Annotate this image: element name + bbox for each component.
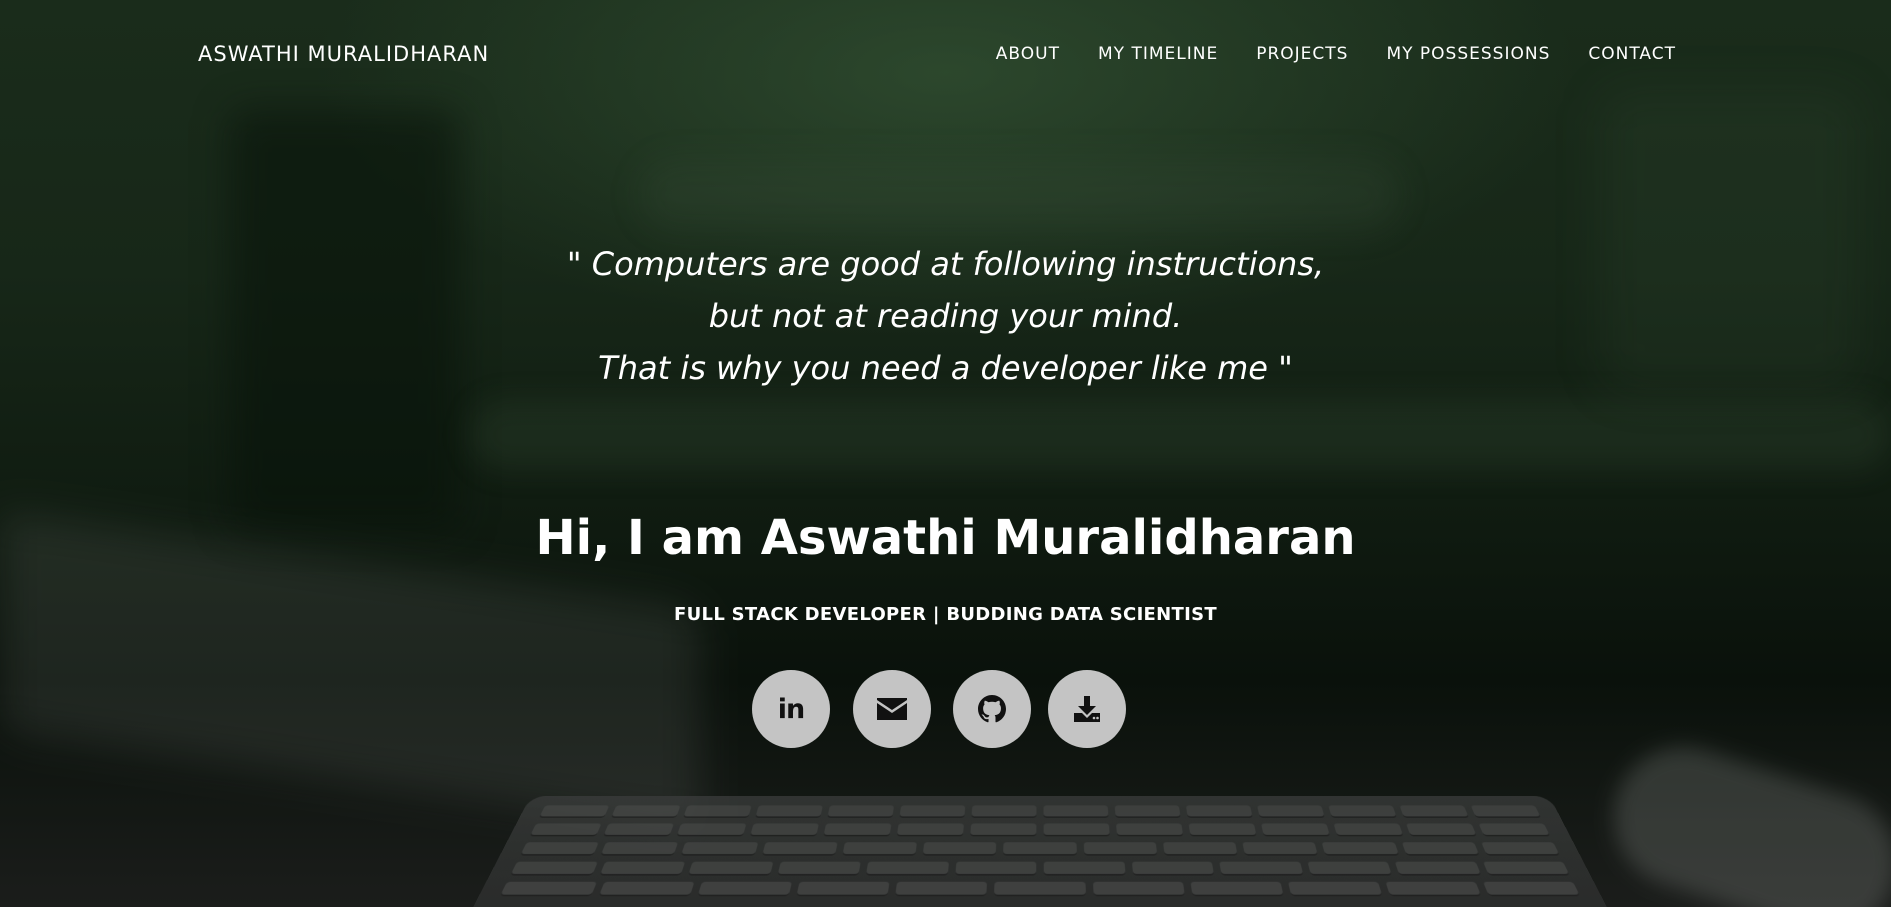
hero-subtitle: FULL STACK DEVELOPER | BUDDING DATA SCIE…	[674, 604, 1217, 625]
background-mouse	[1595, 728, 1891, 907]
background-decor	[470, 400, 1890, 470]
nav-item-my-timeline[interactable]: MY TIMELINE	[1098, 44, 1218, 64]
background-decor	[640, 160, 1400, 230]
hero-content: " Computers are good at following instru…	[0, 238, 1891, 748]
nav-item-projects[interactable]: PROJECTS	[1256, 44, 1348, 64]
linkedin-button[interactable]: in	[752, 670, 830, 748]
hero-quote: " Computers are good at following instru…	[0, 238, 1891, 394]
hero-heading: Hi, I am Aswathi Muralidharan	[535, 510, 1356, 566]
nav-links: ABOUT MY TIMELINE PROJECTS MY POSSESSION…	[996, 44, 1676, 64]
github-button[interactable]	[953, 670, 1031, 748]
download-button[interactable]	[1048, 670, 1126, 748]
quote-line: but not at reading your mind.	[708, 297, 1183, 335]
linkedin-icon: in	[777, 693, 806, 725]
nav-item-about[interactable]: ABOUT	[996, 44, 1060, 64]
quote-line: " Computers are good at following instru…	[566, 245, 1325, 283]
email-button[interactable]	[853, 670, 931, 748]
quote-line: That is why you need a developer like me…	[598, 349, 1293, 387]
hero-section: ASWATHI MURALIDHARAN ABOUT MY TIMELINE P…	[0, 0, 1891, 907]
email-icon	[877, 698, 907, 720]
background-keyboard	[455, 795, 1625, 907]
nav-item-contact[interactable]: CONTACT	[1588, 44, 1676, 64]
brand-logo[interactable]: ASWATHI MURALIDHARAN	[198, 42, 489, 66]
download-icon	[1074, 696, 1100, 722]
nav-item-my-possessions[interactable]: MY POSSESSIONS	[1386, 44, 1550, 64]
top-navbar: ASWATHI MURALIDHARAN ABOUT MY TIMELINE P…	[0, 0, 1891, 108]
github-icon	[978, 695, 1006, 723]
